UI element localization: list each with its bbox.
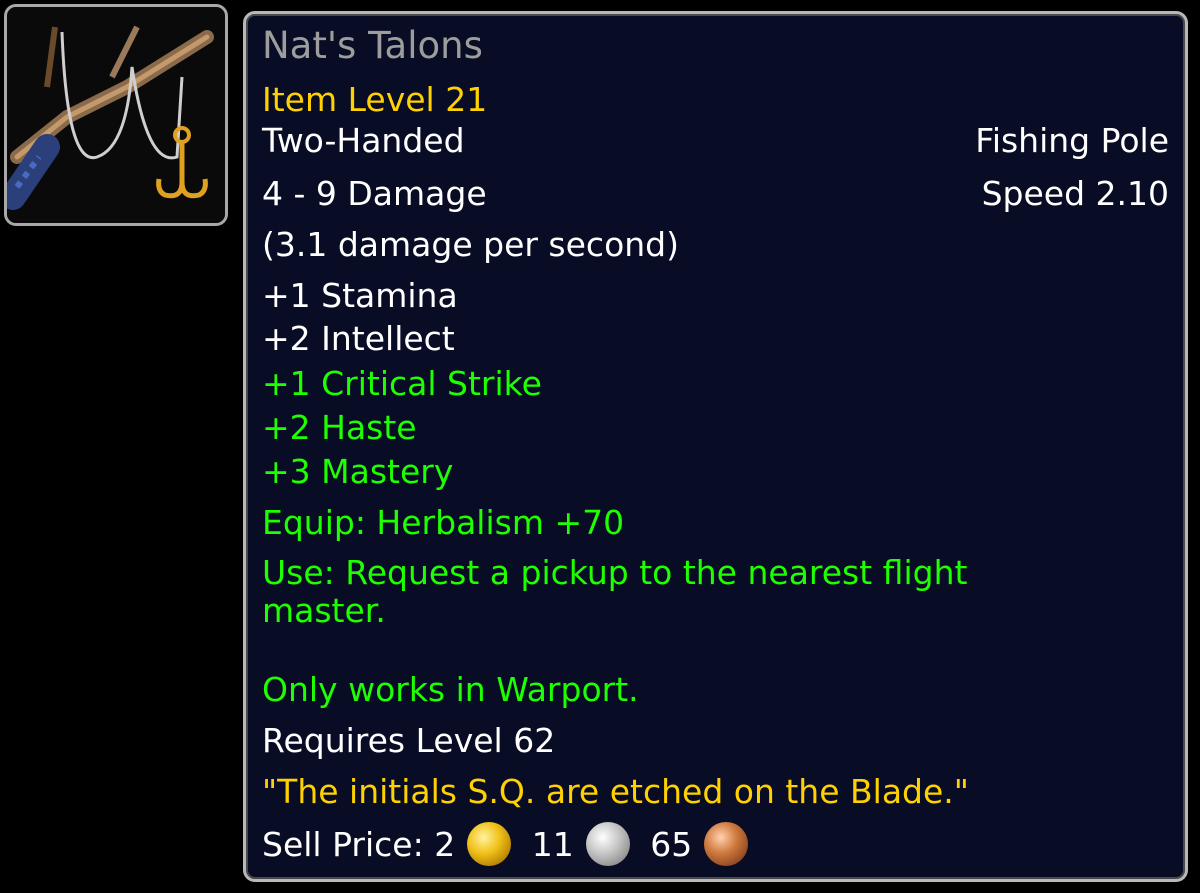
item-icon-frame[interactable] [4, 4, 228, 226]
item-dps: (3.1 damage per second) [262, 225, 679, 264]
item-slot: Two-Handed [262, 121, 465, 160]
use-note: Only works in Warport. [262, 670, 639, 709]
item-speed: Speed 2.10 [981, 174, 1169, 213]
stat-stamina: +1 Stamina [262, 276, 458, 315]
sell-price-label: Sell Price: [262, 825, 424, 864]
flavor-text: "The initials S.Q. are etched on the Bla… [262, 772, 969, 811]
use-effect: Use: Request a pickup to the nearest fli… [262, 553, 968, 630]
stat-mastery: +3 Mastery [262, 452, 454, 491]
sell-price-gold: 2 [434, 825, 456, 864]
item-damage: 4 - 9 Damage [262, 174, 487, 213]
fishing-pole-icon [7, 7, 225, 223]
required-level: Requires Level 62 [262, 721, 556, 760]
equip-effect: Equip: Herbalism +70 [262, 503, 625, 542]
copper-coin-icon [704, 822, 749, 866]
silver-coin-icon [585, 822, 630, 866]
stat-haste: +2 Haste [262, 408, 417, 447]
item-tooltip: Nat's Talons Item Level 21 Two-Handed Fi… [243, 11, 1188, 882]
sell-price: Sell Price: 2 11 65 [262, 822, 758, 866]
stat-critical-strike: +1 Critical Strike [262, 364, 542, 403]
item-name: Nat's Talons [262, 24, 483, 67]
sell-price-copper: 65 [650, 825, 693, 864]
sell-price-silver: 11 [531, 825, 574, 864]
item-level: Item Level 21 [262, 80, 488, 119]
item-type: Fishing Pole [975, 121, 1169, 160]
stat-intellect: +2 Intellect [262, 319, 455, 358]
gold-coin-icon [467, 822, 512, 866]
